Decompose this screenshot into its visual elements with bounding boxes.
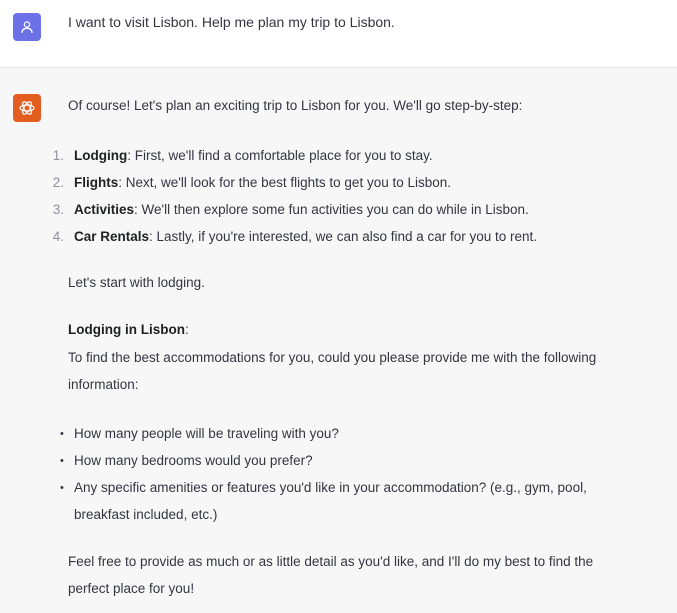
closing-line: perfect place for you! (68, 581, 195, 596)
question-item: Any specific amenities or features you'd… (74, 480, 587, 495)
closing-line: Feel free to provide as much or as littl… (68, 554, 594, 569)
step-text: : Next, we'll look for the best flights … (118, 175, 452, 190)
step-number: 3. (52, 202, 64, 217)
section-heading: Lodging in Lisbon: (68, 320, 189, 340)
request-line: information: (68, 377, 139, 392)
step-title: Car Rentals (74, 229, 150, 244)
user-message-text: I want to visit Lisbon. Help me plan my … (68, 14, 395, 30)
step-number: 1. (52, 148, 64, 163)
step-title: Lodging (74, 148, 128, 163)
openai-logo-icon (19, 101, 35, 115)
step-text: : Lastly, if you're interested, we can a… (149, 229, 538, 244)
assistant-avatar (13, 94, 41, 122)
assistant-intro: Of course! Let's plan an exciting trip t… (68, 98, 523, 113)
question-item: How many bedrooms would you prefer? (74, 453, 313, 468)
section-title: Lodging in Lisbon (68, 322, 185, 337)
step-number: 4. (52, 229, 64, 244)
bullet-dot: • (60, 455, 64, 467)
user-icon (21, 21, 33, 34)
step-title: Activities (74, 202, 135, 217)
question-item-continued: breakfast included, etc.) (74, 507, 218, 522)
step-title: Flights (74, 175, 119, 190)
step-number: 2. (52, 175, 64, 190)
question-item: How many people will be traveling with y… (74, 426, 339, 441)
step-item: Car Rentals: Lastly, if you're intereste… (74, 227, 537, 247)
step-item: Flights: Next, we'll look for the best f… (74, 173, 451, 193)
start-line: Let's start with lodging. (68, 275, 205, 290)
step-text: : We'll then explore some fun activities… (134, 202, 529, 217)
user-avatar (13, 13, 41, 41)
step-item: Lodging: First, we'll find a comfortable… (74, 146, 433, 166)
request-line: To find the best accommodations for you,… (68, 350, 597, 365)
step-text: : First, we'll find a comfortable place … (127, 148, 433, 163)
step-item: Activities: We'll then explore some fun … (74, 200, 529, 220)
user-message-row: I want to visit Lisbon. Help me plan my … (0, 0, 677, 68)
bullet-dot: • (60, 482, 64, 494)
bullet-dot: • (60, 428, 64, 440)
section-colon: : (184, 322, 189, 337)
